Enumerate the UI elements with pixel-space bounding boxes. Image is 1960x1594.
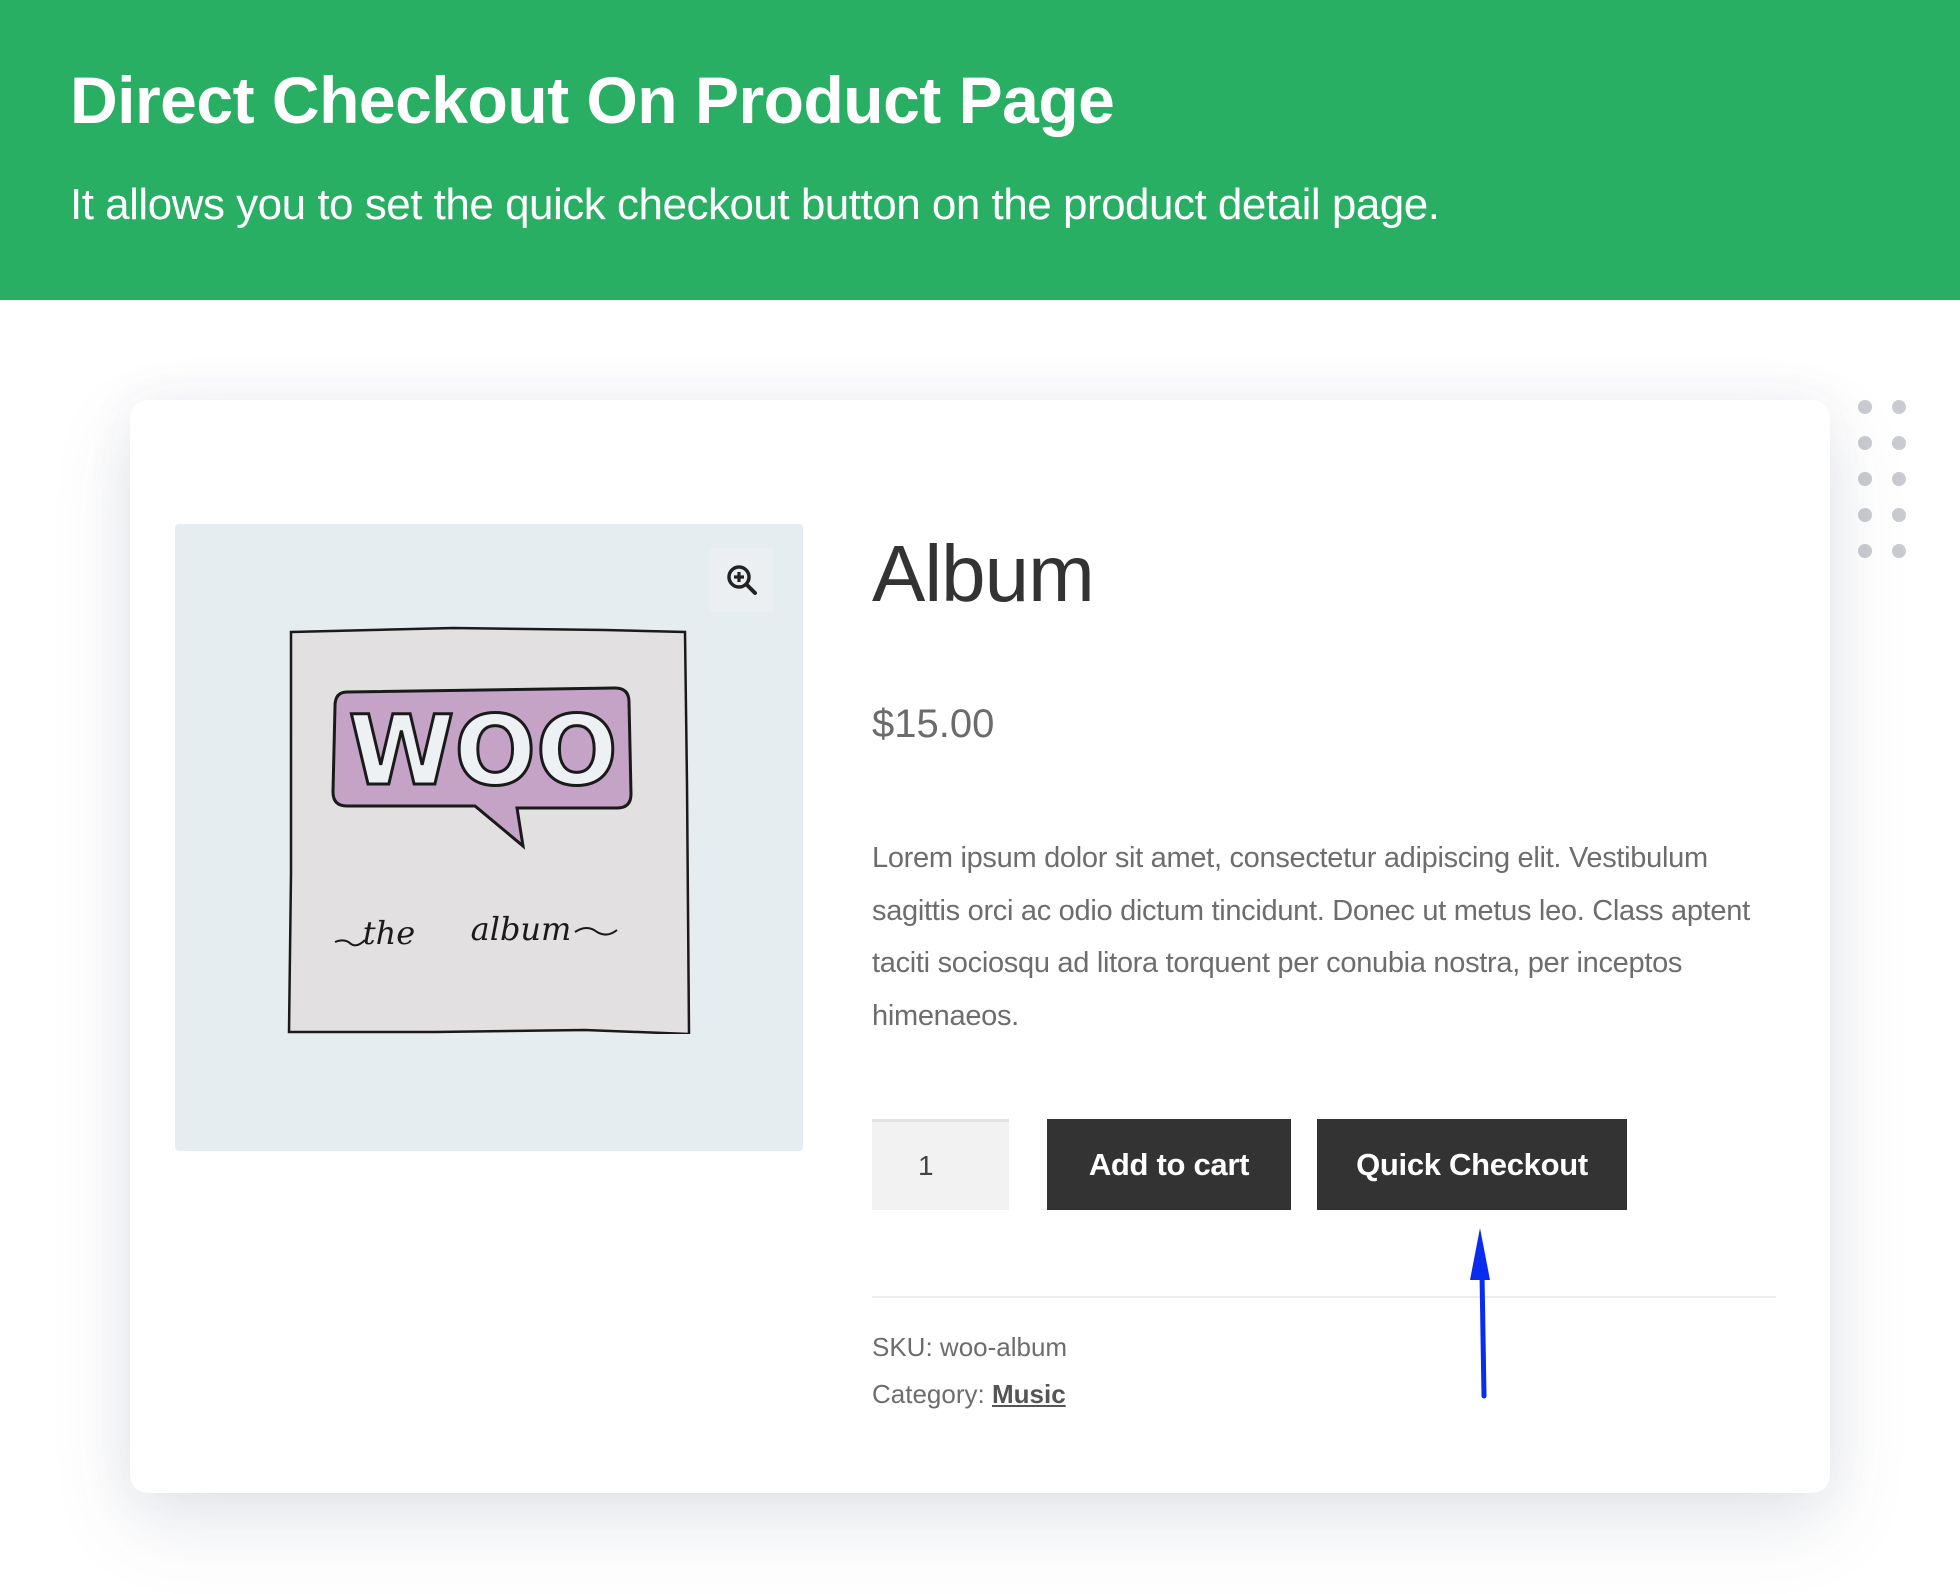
image-zoom-button[interactable] bbox=[710, 548, 774, 612]
product-sku: SKU: woo-album bbox=[872, 1332, 1067, 1363]
quick-checkout-button[interactable]: Quick Checkout bbox=[1317, 1119, 1627, 1210]
dot-icon bbox=[1858, 472, 1872, 486]
product-category: Category: Music bbox=[872, 1379, 1066, 1410]
dot-icon bbox=[1892, 544, 1906, 558]
banner-title: Direct Checkout On Product Page bbox=[70, 63, 1115, 137]
zoom-in-icon bbox=[727, 565, 757, 595]
album-cover-art: WOO the album bbox=[287, 626, 691, 1034]
woo-text: WOO bbox=[348, 695, 617, 807]
product-description: Lorem ipsum dolor sit amet, consectetur … bbox=[872, 842, 1750, 1032]
dot-icon bbox=[1892, 472, 1906, 486]
annotation-arrow-icon bbox=[1470, 1228, 1490, 1399]
product-title: Album bbox=[872, 529, 1095, 618]
product-price: $15.00 bbox=[872, 702, 995, 746]
dot-icon bbox=[1858, 400, 1872, 414]
dot-icon bbox=[1858, 508, 1872, 522]
dot-icon bbox=[1892, 508, 1906, 522]
add-to-cart-button[interactable]: Add to cart bbox=[1047, 1119, 1291, 1210]
album-caption-the: the bbox=[363, 914, 415, 952]
feature-banner: Direct Checkout On Product Page It allow… bbox=[0, 0, 1960, 300]
product-image-gallery[interactable]: WOO the album bbox=[175, 524, 803, 1151]
divider bbox=[872, 1296, 1776, 1298]
product-card: WOO the album Album $15.00 Lorem ipsum d… bbox=[130, 400, 1830, 1493]
decorative-dots bbox=[1858, 400, 1906, 560]
sku-value: woo-album bbox=[939, 1332, 1068, 1362]
category-label: Category: bbox=[872, 1379, 985, 1409]
banner-subtitle: It allows you to set the quick checkout … bbox=[70, 180, 1440, 229]
category-link-music[interactable]: Music bbox=[992, 1379, 1066, 1409]
quantity-input[interactable] bbox=[872, 1119, 1009, 1210]
dot-icon bbox=[1892, 436, 1906, 450]
dot-icon bbox=[1858, 544, 1872, 558]
dot-icon bbox=[1892, 400, 1906, 414]
sku-label: SKU: bbox=[872, 1332, 933, 1362]
album-caption-album: album bbox=[471, 910, 572, 948]
dot-icon bbox=[1858, 436, 1872, 450]
